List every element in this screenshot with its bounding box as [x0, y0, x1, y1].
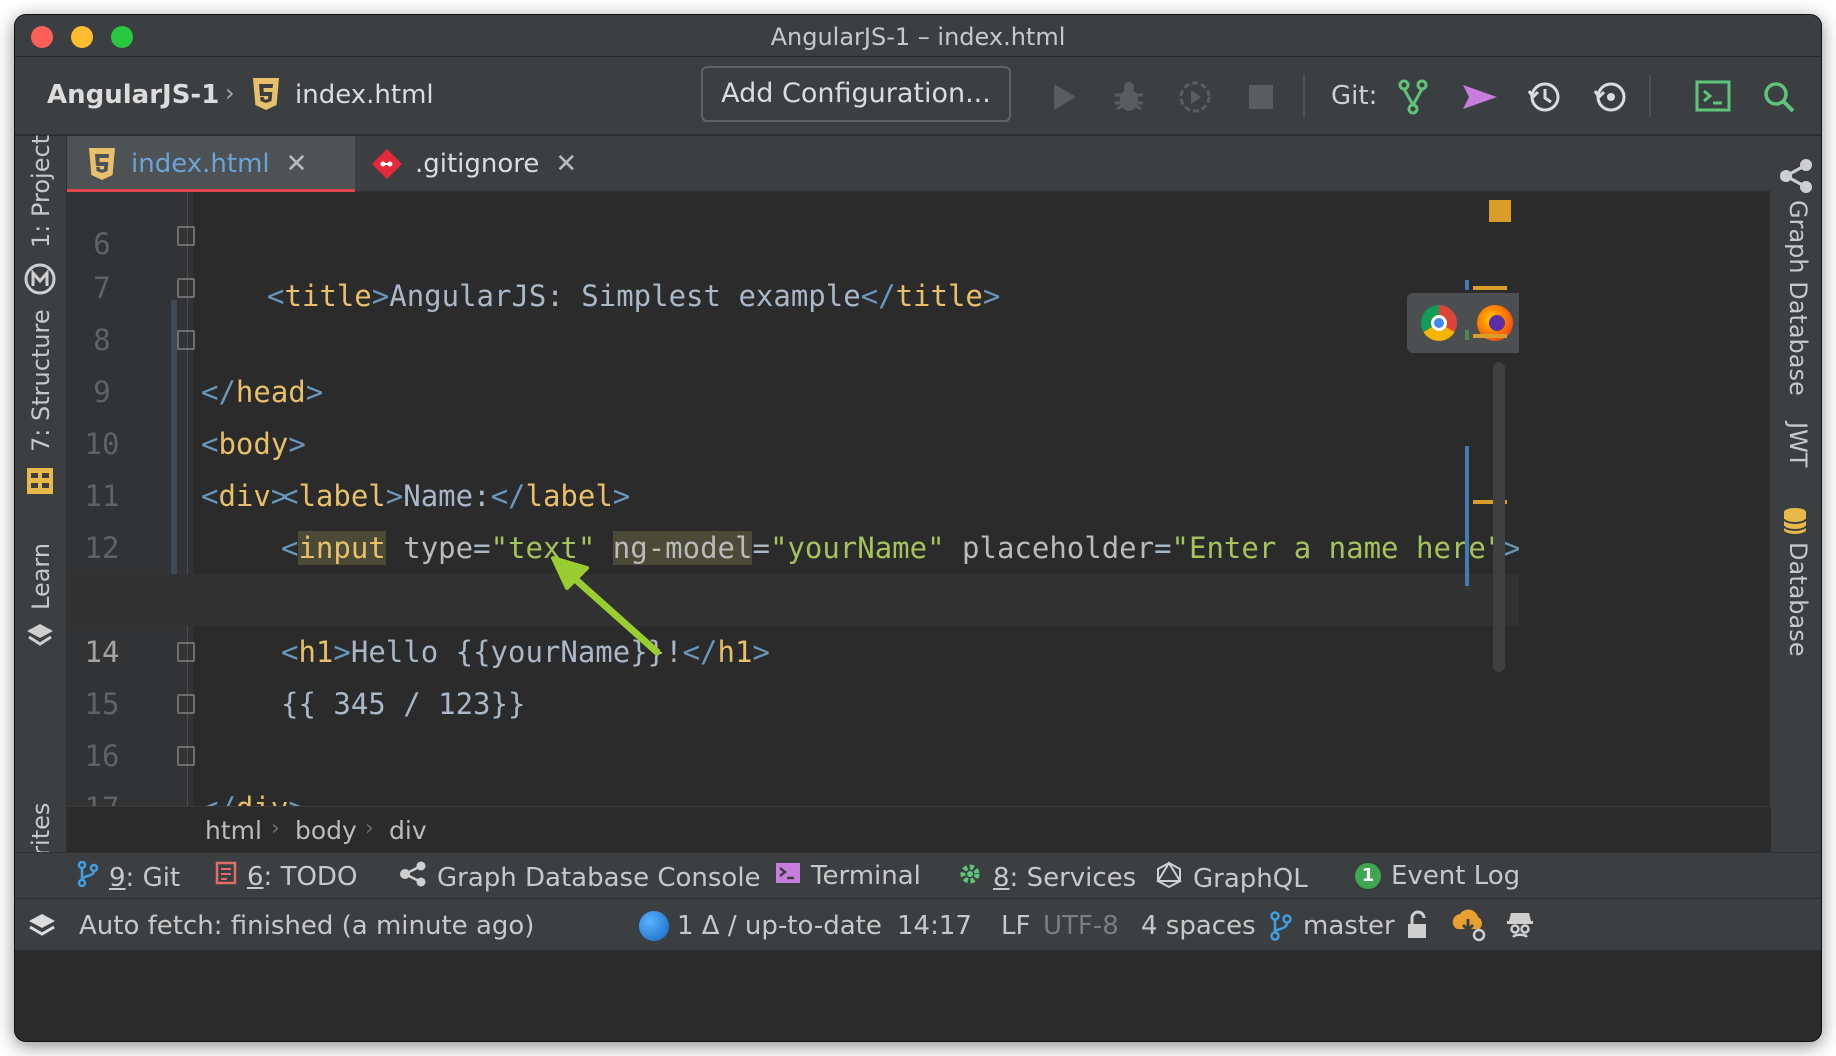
- html5-icon: [251, 77, 281, 115]
- tool-graphql[interactable]: GraphQL: [1155, 861, 1308, 896]
- right-tool-strip: Graph Database JWT Database: [1769, 136, 1821, 943]
- services-icon: [957, 861, 983, 894]
- graph-icon: [399, 861, 427, 894]
- chevron-right-icon: ›: [271, 816, 280, 841]
- nav-file[interactable]: index.html: [295, 80, 434, 110]
- tool-graph-database-console[interactable]: Graph Database Console: [399, 861, 761, 894]
- breadcrumb-item[interactable]: body: [295, 816, 357, 845]
- git-branch-icon: [77, 860, 99, 894]
- graphql-icon: [1155, 861, 1183, 896]
- title-bar: AngularJS-1 – index.html: [15, 15, 1821, 57]
- tab-label: index.html: [131, 149, 270, 179]
- git-branch-icon: [1269, 911, 1293, 945]
- git-file-icon: [371, 148, 403, 180]
- tool-services[interactable]: 8: Services: [957, 861, 1136, 894]
- debug-icon[interactable]: [1111, 79, 1147, 115]
- tool-structure[interactable]: 7: Structure: [27, 309, 55, 452]
- event-log-icon: 1: [1355, 863, 1381, 889]
- tool-learn[interactable]: Learn: [27, 543, 55, 610]
- close-icon[interactable]: ✕: [286, 149, 308, 179]
- vcs-status[interactable]: 1 Δ / up-to-date: [677, 911, 882, 941]
- left-tool-strip: 1: Project 7: Structure Learn 2: Favorit…: [15, 135, 67, 943]
- git-label: Git:: [1331, 81, 1378, 111]
- run-with-coverage-icon[interactable]: [1177, 79, 1213, 115]
- breadcrumb-item[interactable]: html: [205, 816, 262, 845]
- status-message[interactable]: Auto fetch: finished (a minute ago): [79, 911, 534, 941]
- breadcrumb-item[interactable]: div: [389, 816, 427, 845]
- inspector-icon[interactable]: [1505, 909, 1535, 945]
- rollback-icon[interactable]: [1593, 79, 1629, 115]
- warning-marker[interactable]: [1473, 334, 1507, 338]
- line-separator[interactable]: LF: [1001, 911, 1030, 941]
- tool-git[interactable]: 9: Git: [77, 860, 180, 894]
- stop-icon[interactable]: [1243, 79, 1279, 115]
- change-marker: [1465, 446, 1469, 586]
- search-icon[interactable]: [1761, 79, 1797, 115]
- tab-label: .gitignore: [415, 149, 540, 179]
- tool-database[interactable]: Database: [1784, 542, 1812, 657]
- file-encoding[interactable]: UTF-8: [1043, 911, 1119, 941]
- toolbar-divider: [1303, 75, 1305, 117]
- todo-icon: [215, 861, 237, 892]
- graph-icon: [1778, 158, 1814, 198]
- tool-event-log[interactable]: 1 Event Log: [1355, 861, 1520, 891]
- status-bar: Auto fetch: finished (a minute ago) 1 Δ …: [15, 898, 1821, 950]
- tool-terminal[interactable]: Terminal: [775, 861, 921, 891]
- nav-separator: ›: [225, 79, 235, 107]
- tab-gitignore[interactable]: .gitignore ✕: [367, 136, 577, 192]
- history-icon[interactable]: [1527, 79, 1563, 115]
- terminal-icon[interactable]: [1695, 79, 1731, 115]
- annotation-arrow: [551, 556, 661, 656]
- update-notification-icon[interactable]: [1451, 909, 1487, 947]
- git-branch[interactable]: master: [1303, 911, 1395, 941]
- database-icon: [1782, 506, 1808, 540]
- html5-icon: [87, 147, 117, 181]
- change-marker: [1465, 280, 1469, 290]
- project-icon: [23, 262, 57, 300]
- structure-icon: [25, 466, 55, 500]
- change-marker: [1465, 330, 1469, 340]
- learn-icon: [25, 620, 55, 654]
- vertical-scrollbar[interactable]: [1493, 362, 1505, 672]
- breadcrumb: html › body › div: [67, 806, 1771, 852]
- terminal-icon: [775, 861, 801, 891]
- tool-project[interactable]: 1: Project: [27, 135, 55, 248]
- warning-marker[interactable]: [1473, 286, 1507, 290]
- tool-jwt[interactable]: JWT: [1784, 422, 1812, 467]
- tool-window-bar: 9: Git 6: TODO Graph Database Console Te…: [15, 852, 1821, 898]
- git-update-icon[interactable]: [1395, 79, 1431, 115]
- indent-setting[interactable]: 4 spaces: [1141, 911, 1256, 941]
- layers-icon[interactable]: [27, 911, 57, 943]
- git-push-icon[interactable]: [1461, 79, 1497, 115]
- globe-icon[interactable]: [639, 911, 669, 941]
- caret-position[interactable]: 14:17: [897, 911, 972, 941]
- chevron-right-icon: ›: [365, 816, 374, 841]
- code-editor[interactable]: 6 <title>AngularJS: Simplest example</ti…: [67, 192, 1519, 806]
- editor-tabs: index.html ✕ .gitignore ✕: [67, 136, 1771, 194]
- ide-window: AngularJS-1 – index.html AngularJS-1 › i…: [14, 14, 1822, 1042]
- main-toolbar: AngularJS-1 › index.html Add Configurati…: [15, 57, 1821, 135]
- analysis-status-icon[interactable]: [1489, 200, 1511, 222]
- run-icon[interactable]: [1045, 79, 1081, 115]
- add-configuration-button[interactable]: Add Configuration...: [701, 66, 1011, 122]
- tool-graph-database[interactable]: Graph Database: [1784, 200, 1812, 396]
- tab-index-html[interactable]: index.html ✕: [67, 136, 355, 194]
- window-title: AngularJS-1 – index.html: [770, 23, 1066, 51]
- toolbar-divider: [1649, 75, 1651, 117]
- lock-icon[interactable]: [1405, 909, 1433, 945]
- tool-todo[interactable]: 6: TODO: [215, 861, 357, 892]
- close-icon[interactable]: ✕: [555, 149, 577, 179]
- nav-project[interactable]: AngularJS-1: [47, 80, 219, 110]
